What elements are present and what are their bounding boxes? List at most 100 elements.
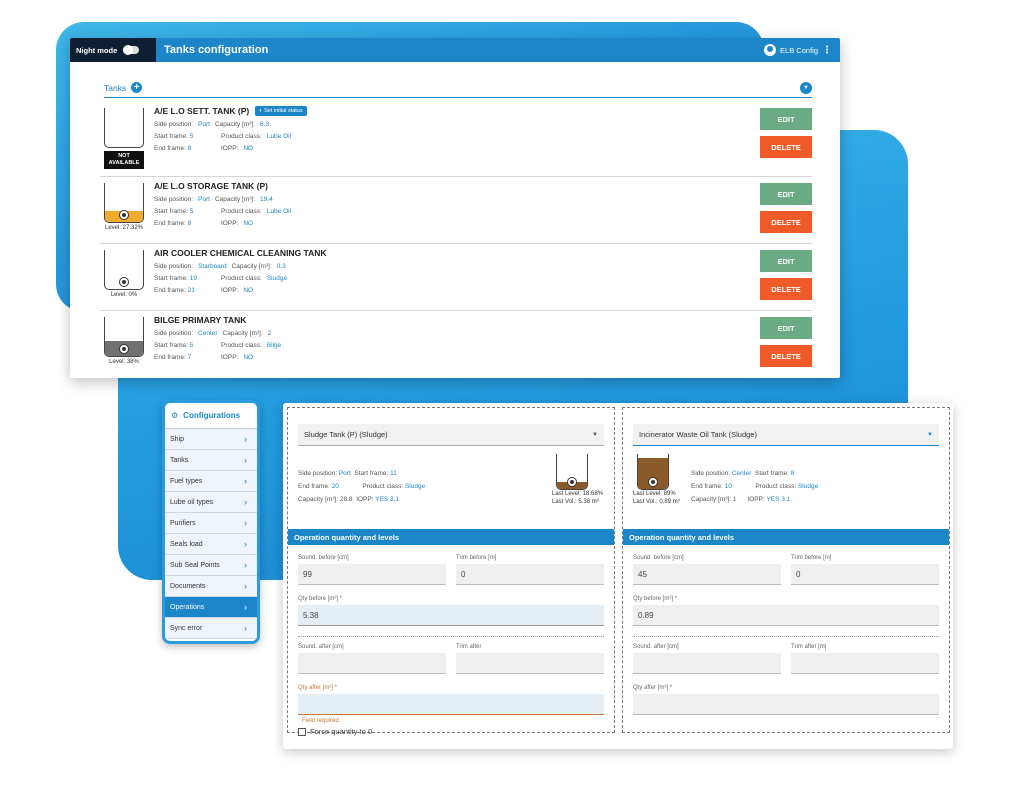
- capacity-value: 6.3: [260, 121, 270, 128]
- destination-tank-select[interactable]: Incinerator Waste Oil Tank (Sludge) ▼: [633, 424, 939, 446]
- delete-button[interactable]: DELETE: [760, 278, 812, 300]
- iopp-label: IOPP:: [221, 220, 239, 227]
- menu-item-lube-oil-types[interactable]: Lube oil types ›: [165, 492, 257, 513]
- more-vertical-icon[interactable]: ⋮: [822, 45, 832, 56]
- capacity-label: Capacity [m³]: 1: [691, 496, 737, 503]
- side-value: Port: [198, 196, 210, 203]
- qty-before-input[interactable]: 0.89: [633, 605, 939, 626]
- source-tank-select[interactable]: Sludge Tank (P) (Sludge) ▼: [298, 424, 604, 446]
- menu-item-label: Purifiers: [170, 519, 196, 527]
- menu-item-purifiers[interactable]: Purifiers ›: [165, 513, 257, 534]
- tank-level: Level: 0%: [110, 292, 138, 298]
- last-volume: Last Vol.: 0.89 m³: [633, 499, 680, 505]
- chevron-right-icon: ›: [244, 434, 247, 444]
- configurations-header: ⚙ Configurations: [165, 403, 257, 429]
- delete-button[interactable]: DELETE: [760, 211, 812, 233]
- trim-after-label: Trim after [m]: [791, 644, 827, 650]
- sound-before-label: Sound. before [cm]: [633, 555, 684, 561]
- sound-before-input[interactable]: 45: [633, 564, 781, 585]
- add-tank-button[interactable]: +: [131, 82, 143, 93]
- end-frame-value: 7: [187, 354, 192, 361]
- trim-before-input[interactable]: 0: [791, 564, 939, 585]
- qty-before-field: Qty before [m³] * 0.89: [633, 596, 939, 626]
- iopp-value: YES 3.1: [375, 496, 400, 503]
- sound-after-field: Sound. after [cm]: [633, 644, 781, 674]
- tank-visual: NOT AVAILABLE: [104, 108, 144, 169]
- product-class-value: Sludge: [797, 483, 819, 490]
- qty-after-input[interactable]: [298, 694, 604, 715]
- menu-item-sync-error[interactable]: Sync error ›: [165, 618, 257, 639]
- delete-button[interactable]: DELETE: [760, 136, 812, 158]
- end-frame-value: 8: [187, 220, 192, 227]
- trim-after-field: Trim after: [456, 644, 604, 674]
- iopp-value: NO: [243, 220, 254, 227]
- qty-after-field: Qty after [m³] *: [298, 685, 604, 715]
- chevron-right-icon: ›: [244, 623, 247, 633]
- start-frame-label: Start frame:: [354, 470, 389, 477]
- user-menu[interactable]: ELB Config ⋮: [764, 44, 840, 56]
- qty-before-input[interactable]: 5.38: [298, 605, 604, 626]
- tank-vessel: [637, 454, 669, 490]
- edit-button[interactable]: EDIT: [760, 108, 812, 130]
- trim-before-label: Trim before [m]: [791, 555, 832, 561]
- trim-before-label: Trim before [m]: [456, 555, 497, 561]
- start-frame-value: 5: [189, 342, 194, 349]
- not-available-badge: NOT AVAILABLE: [104, 151, 144, 169]
- menu-item-label: Sync error: [170, 624, 203, 632]
- menu-item-label: Operations: [170, 603, 205, 611]
- start-frame-value: 11: [390, 470, 397, 477]
- filter-icon[interactable]: ▼: [800, 81, 812, 94]
- iopp-value: NO: [243, 354, 254, 361]
- side-value: Center: [198, 330, 218, 337]
- sound-after-input[interactable]: [298, 653, 446, 674]
- operation-section-header: Operation quantity and levels: [623, 529, 949, 545]
- night-mode-toggle[interactable]: Night mode: [70, 38, 156, 62]
- toggle-switch[interactable]: [123, 45, 140, 55]
- menu-item-ship[interactable]: Ship ›: [165, 429, 257, 450]
- last-volume: Last Vol.: 5.38 m³: [552, 499, 599, 505]
- tank-vessel: [104, 250, 144, 290]
- sound-before-input[interactable]: 99: [298, 564, 446, 585]
- trim-after-input[interactable]: [456, 653, 604, 674]
- tank-level: Level: 27.32%: [104, 225, 144, 231]
- checkbox-icon[interactable]: [298, 727, 306, 736]
- trim-before-input[interactable]: 0: [456, 564, 604, 585]
- start-frame-value: 19: [189, 275, 198, 282]
- product-class-value: Sludge: [404, 483, 426, 490]
- edit-button[interactable]: EDIT: [760, 183, 812, 205]
- side-label: Side position:: [154, 263, 194, 270]
- side-label: Side position:: [154, 121, 194, 128]
- menu-item-documents[interactable]: Documents ›: [165, 576, 257, 597]
- start-frame-label: Start frame:: [154, 133, 188, 140]
- set-initial-status-button[interactable]: ◐ Set initial status: [255, 106, 307, 116]
- menu-item-tanks[interactable]: Tanks ›: [165, 450, 257, 471]
- menu-item-label: Ship: [170, 435, 185, 443]
- menu-item-fuel-types[interactable]: Fuel types ›: [165, 471, 257, 492]
- edit-button[interactable]: EDIT: [760, 250, 812, 272]
- trim-after-input[interactable]: [791, 653, 939, 674]
- menu-item-sub-seal-points[interactable]: Sub Seal Points ›: [165, 555, 257, 576]
- qty-after-input[interactable]: [633, 694, 939, 715]
- gear-icon: ⚙: [171, 411, 179, 420]
- force-zero-checkbox[interactable]: Force quantity to 0: [298, 727, 372, 736]
- caret-down-icon: ▼: [927, 431, 933, 438]
- product-class-value: Lube Oil: [266, 208, 292, 215]
- start-frame-label: Start frame:: [754, 470, 789, 477]
- iopp-label: IOPP:: [221, 287, 239, 294]
- menu-item-operations[interactable]: Operations ›: [165, 597, 257, 618]
- edit-button[interactable]: EDIT: [760, 317, 812, 339]
- chevron-right-icon: ›: [244, 518, 247, 528]
- tank-row: NOT AVAILABLE A/E L.O SETT. TANK (P) ◐ S…: [100, 102, 812, 177]
- side-value: Center: [731, 470, 752, 477]
- level-sensor-icon: [119, 277, 129, 287]
- chevron-right-icon: ›: [244, 602, 247, 612]
- end-frame-value: 20: [331, 483, 339, 490]
- delete-button[interactable]: DELETE: [760, 345, 812, 367]
- trim-after-label: Trim after: [456, 644, 482, 650]
- menu-item-seals-load[interactable]: Seals load ›: [165, 534, 257, 555]
- sound-after-input[interactable]: [633, 653, 781, 674]
- side-value: Starboard: [198, 263, 227, 270]
- app-header: Night mode Tanks configuration ELB Confi…: [70, 38, 840, 62]
- product-class-label: Product class:: [221, 208, 262, 215]
- end-frame-label: End frame:: [154, 145, 186, 152]
